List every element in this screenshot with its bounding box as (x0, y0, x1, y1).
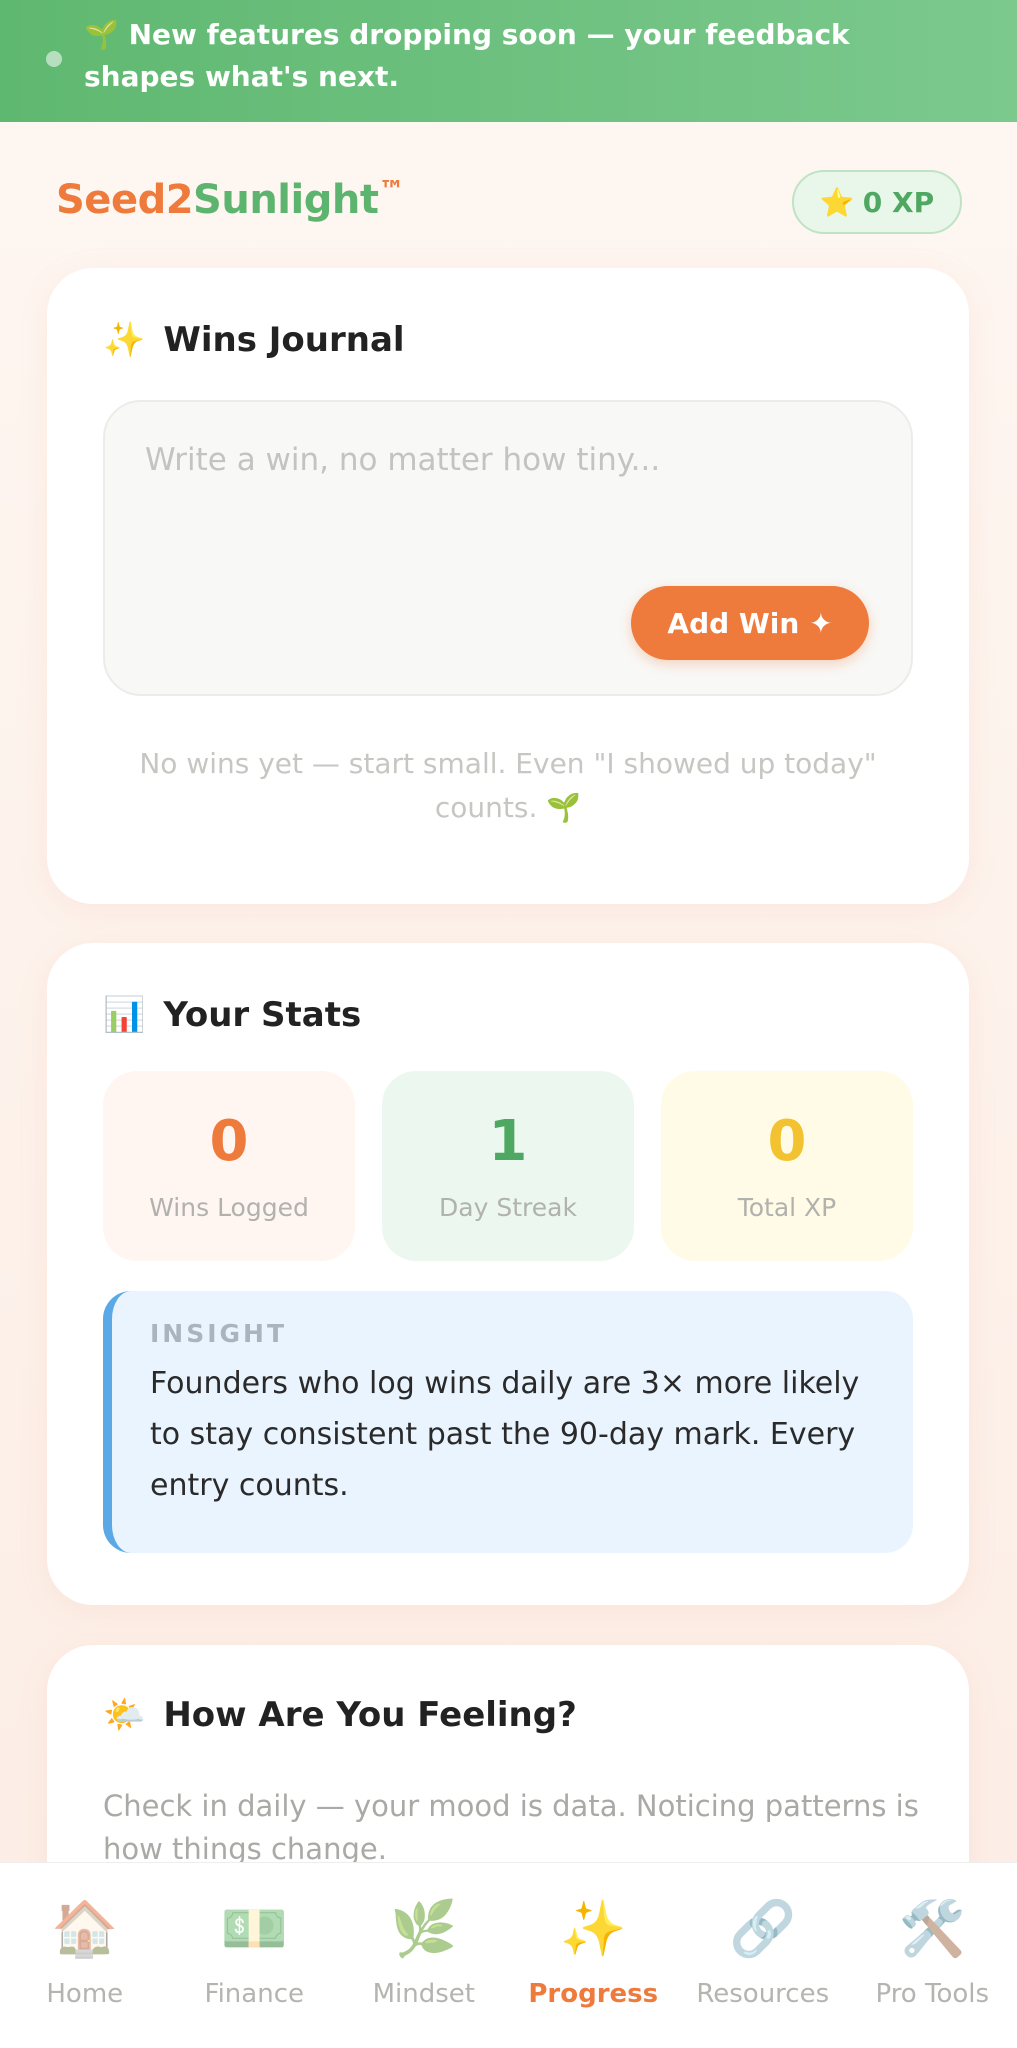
nav-label: Progress (528, 1979, 659, 2009)
stat-value: 1 (488, 1109, 528, 1174)
house-icon: 🏠 (51, 1897, 119, 1960)
herb-icon: 🌿 (390, 1897, 458, 1960)
nav-resources[interactable]: 🔗 Resources (678, 1863, 848, 2048)
wins-journal-title: ✨ Wins Journal (103, 320, 405, 360)
empty-wins-message: No wins yet — start small. Even "I showe… (139, 747, 877, 824)
insight-body: Founders who log wins daily are 3× more … (150, 1366, 860, 1503)
nav-mindset[interactable]: 🌿 Mindset (339, 1863, 509, 2048)
nav-home[interactable]: 🏠 Home (0, 1863, 170, 2048)
stats-heading: Your Stats (163, 995, 362, 1035)
stats-card: 📊 Your Stats 0 Wins Logged 1 Day Streak … (47, 943, 969, 1605)
stat-label: Day Streak (439, 1193, 577, 1222)
add-win-button[interactable]: Add Win ✦ (631, 586, 869, 660)
nav-label: Home (46, 1979, 124, 2009)
money-icon: 💵 (220, 1897, 288, 1960)
brand-part-2: Sunlight (193, 177, 379, 223)
brand-part-1: Seed2 (56, 177, 194, 223)
xp-label: 0 XP (862, 185, 935, 219)
stat-total-xp: 0 Total XP (661, 1071, 913, 1261)
sparkles-icon: ✨ (559, 1897, 627, 1960)
mood-heading: How Are You Feeling? (163, 1695, 577, 1735)
bar-chart-icon: 📊 (103, 995, 146, 1035)
stats-title: 📊 Your Stats (103, 995, 361, 1035)
win-input[interactable] (105, 402, 911, 602)
insight-callout: INSIGHT Founders who log wins daily are … (103, 1291, 913, 1553)
nav-finance[interactable]: 💵 Finance (170, 1863, 340, 2048)
mood-subtitle: Check in daily — your mood is data. Noti… (103, 1789, 919, 1866)
mood-title: 🌤️ How Are You Feeling? (103, 1695, 577, 1735)
star-icon: ⭐ (819, 185, 855, 219)
win-entry-box: Add Win ✦ (103, 400, 913, 696)
nav-progress[interactable]: ✨ Progress (509, 1863, 679, 2048)
tools-icon: 🛠️ (898, 1897, 966, 1960)
nav-label: Finance (204, 1979, 304, 2009)
stat-value: 0 (209, 1109, 249, 1174)
nav-label: Mindset (372, 1979, 475, 2009)
wins-journal-heading: Wins Journal (163, 320, 405, 360)
nav-label: Pro Tools (875, 1979, 990, 2009)
stat-label: Total XP (737, 1193, 837, 1222)
banner-text: New features dropping soon — your feedba… (84, 18, 850, 93)
announcement-banner: 🌱 New features dropping soon — your feed… (0, 0, 1017, 122)
sprout-icon: 🌱 (84, 18, 119, 51)
link-icon: 🔗 (729, 1897, 797, 1960)
brand-trademark: ™ (378, 176, 404, 206)
stat-day-streak: 1 Day Streak (382, 1071, 634, 1261)
nav-pro-tools[interactable]: 🛠️ Pro Tools (848, 1863, 1017, 2048)
xp-badge[interactable]: ⭐ 0 XP (792, 170, 962, 234)
sun-cloud-icon: 🌤️ (103, 1695, 146, 1735)
banner-dot (46, 51, 62, 67)
stat-value: 0 (767, 1109, 807, 1174)
nav-label: Resources (696, 1979, 830, 2009)
stat-wins-logged: 0 Wins Logged (103, 1071, 355, 1261)
wins-journal-card: ✨ Wins Journal Add Win ✦ No wins yet — s… (47, 268, 969, 904)
sparkles-icon: ✨ (103, 320, 146, 360)
bottom-nav: 🏠 Home 💵 Finance 🌿 Mindset ✨ Progress 🔗 … (0, 1862, 1017, 2048)
stat-label: Wins Logged (149, 1193, 309, 1222)
insight-kicker: INSIGHT (150, 1319, 288, 1348)
brand-logo: Seed2Sunlight™ (56, 176, 404, 223)
